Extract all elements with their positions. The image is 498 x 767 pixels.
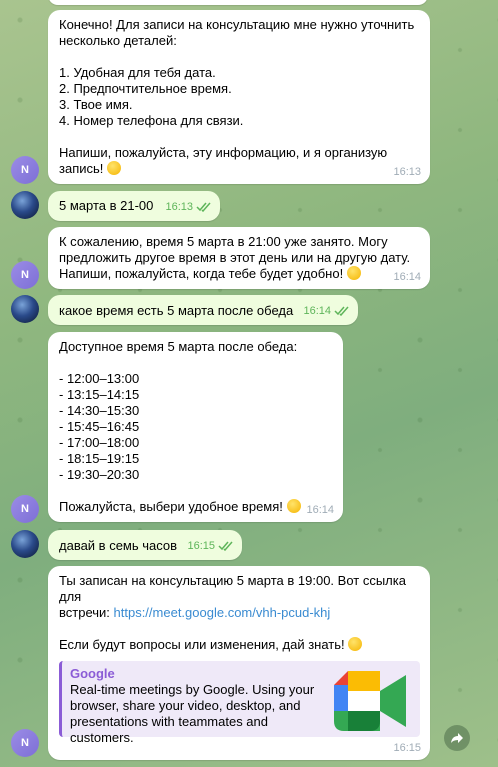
meeting-link[interactable]: https://meet.google.com/vhh-pcud-khj — [114, 605, 331, 620]
message-text: 5 марта в 21-00 — [59, 198, 154, 213]
message-outgoing[interactable]: какое время есть 5 марта после обеда 16:… — [48, 295, 358, 325]
message-incoming[interactable]: Доступное время 5 марта после обеда: - 1… — [48, 332, 343, 522]
preview-description: Real-time meetings by Google. Using your… — [70, 682, 315, 745]
avatar[interactable] — [11, 191, 39, 219]
avatar[interactable] — [11, 295, 39, 323]
message-time: 16:15 — [187, 540, 215, 552]
smiling-face-icon — [348, 637, 363, 651]
avatar[interactable] — [11, 530, 39, 558]
smiling-face-icon — [107, 161, 122, 175]
partial-message — [48, 0, 428, 5]
message-outgoing[interactable]: 5 марта в 21-00 16:13 — [48, 191, 220, 221]
message-text: какое время есть 5 марта после обеда — [59, 303, 294, 318]
message-time: 16:13 — [393, 166, 421, 178]
double-check-icon — [196, 202, 211, 212]
message-time: 16:13 — [165, 201, 193, 213]
google-meet-icon — [334, 671, 406, 731]
avatar[interactable]: N — [11, 729, 39, 757]
message-text: Доступное время 5 марта после обеда: - 1… — [59, 339, 298, 514]
message-time: 16:15 — [393, 742, 421, 754]
share-button[interactable] — [444, 725, 470, 751]
message-incoming[interactable]: Ты записан на консультацию 5 марта в 19:… — [48, 566, 430, 760]
avatar[interactable]: N — [11, 156, 39, 184]
message-text: Если будут вопросы или изменения, дай зн… — [59, 637, 345, 652]
message-outgoing[interactable]: давай в семь часов 16:15 — [48, 530, 242, 560]
message-text: давай в семь часов — [59, 538, 178, 553]
message-incoming[interactable]: Конечно! Для записи на консультацию мне … — [48, 10, 430, 184]
smiling-face-icon — [346, 266, 361, 280]
avatar[interactable]: N — [11, 261, 39, 289]
message-incoming[interactable]: К сожалению, время 5 марта в 21:00 уже з… — [48, 227, 430, 289]
link-preview[interactable]: Google Real-time meetings by Google. Usi… — [59, 661, 420, 745]
double-check-icon — [334, 306, 349, 316]
message-text: Конечно! Для записи на консультацию мне … — [59, 17, 415, 176]
double-check-icon — [218, 541, 233, 551]
message-time: 16:14 — [393, 271, 421, 283]
message-time: 16:14 — [306, 504, 334, 516]
message-time: 16:14 — [303, 305, 331, 317]
smiling-face-icon — [286, 499, 301, 513]
avatar[interactable]: N — [11, 495, 39, 523]
share-arrow-icon — [451, 733, 463, 743]
